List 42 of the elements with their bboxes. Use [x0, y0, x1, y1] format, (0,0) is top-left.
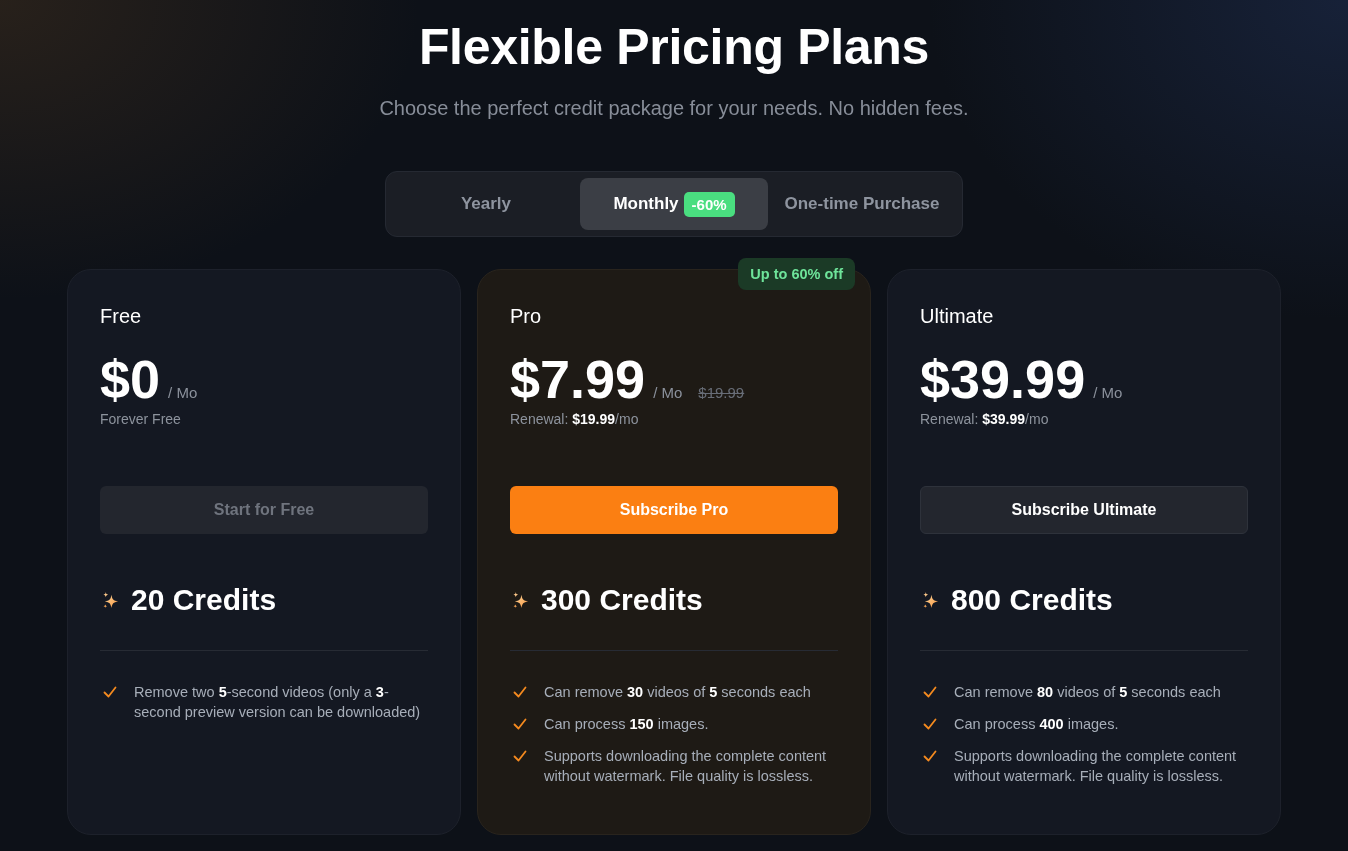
billing-tab[interactable]: Yearly	[392, 178, 580, 230]
feature-text: Can process 400 images.	[954, 715, 1119, 734]
credits-amount: 20 Credits	[131, 582, 277, 618]
sparkle-icon	[922, 591, 939, 609]
feature-text: Can remove 30 videos of 5 seconds each	[544, 683, 811, 702]
check-icon	[513, 749, 527, 763]
check-icon	[513, 685, 527, 699]
plan-price: $39.99	[920, 349, 1086, 409]
plan-name: Free	[100, 304, 142, 328]
plan-name: Ultimate	[920, 304, 994, 328]
price-period: / Mo	[653, 384, 683, 401]
feature-text: Supports downloading the complete content without watermark. File quality is lossless.	[954, 747, 1238, 786]
sparkle-icon	[512, 591, 529, 609]
price-period: / Mo	[1093, 384, 1123, 401]
plan-button[interactable]: Start for Free	[100, 486, 428, 534]
credits-amount: 800 Credits	[951, 582, 1113, 618]
plan-button[interactable]: Subscribe Ultimate	[920, 486, 1248, 534]
discount-badge: -60%	[683, 191, 735, 217]
discount-ribbon: Up to 60% off	[738, 258, 855, 290]
price-note: Renewal: $39.99/mo	[920, 410, 1049, 428]
page-subtitle: Choose the perfect credit package for your needs. No hidden fees.	[379, 96, 969, 120]
feature-text: Can remove 80 videos of 5 seconds each	[954, 683, 1221, 702]
plan-name: Pro	[510, 304, 542, 328]
feature-text: Can process 150 images.	[544, 715, 709, 734]
price-note: Forever Free	[100, 410, 181, 428]
sparkle-icon	[102, 591, 119, 609]
check-icon	[923, 717, 937, 731]
billing-tab[interactable]: One-time Purchase	[768, 178, 956, 230]
feature-text: Supports downloading the complete content without watermark. File quality is lossless.	[544, 747, 828, 786]
page-title: Flexible Pricing Plans	[418, 18, 930, 76]
check-icon	[923, 685, 937, 699]
feature-text: Remove two 5-second videos (only a 3-second preview version can be downloaded)	[134, 683, 422, 722]
price-note: Renewal: $19.99/mo	[510, 410, 639, 428]
billing-tab[interactable]: Monthly -60%	[580, 178, 768, 230]
check-icon	[923, 749, 937, 763]
check-icon	[513, 717, 527, 731]
plan-price: $7.99	[510, 349, 646, 409]
original-price: $19.99	[698, 384, 745, 401]
price-period: / Mo	[168, 384, 198, 401]
plan-price: $0	[100, 349, 161, 409]
check-icon	[103, 685, 117, 699]
credits-amount: 300 Credits	[541, 582, 703, 618]
